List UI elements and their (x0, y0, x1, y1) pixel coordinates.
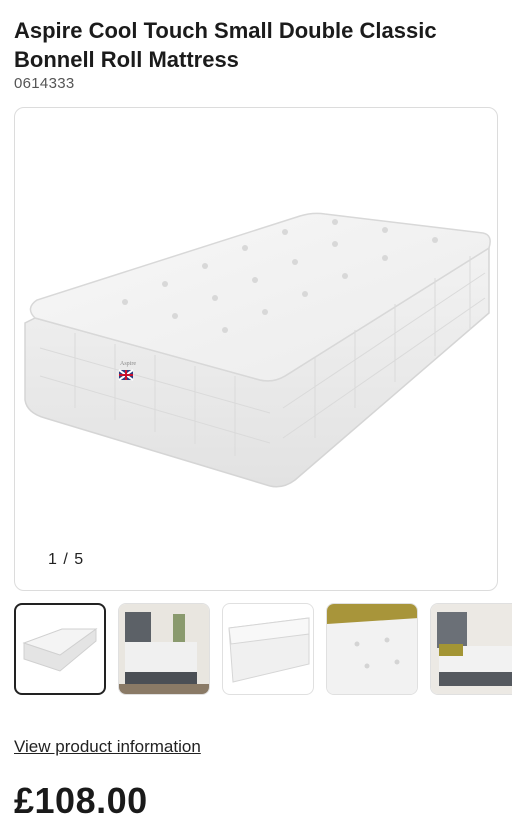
image-counter: 1 / 5 (48, 551, 85, 568)
view-product-information-link[interactable]: View product information (14, 737, 201, 757)
bedroom-side-thumb-icon (431, 604, 512, 694)
mattress-surface-thumb-icon (327, 604, 417, 694)
product-title: Aspire Cool Touch Small Double Classic B… (14, 18, 437, 72)
thumbnail-strip (14, 603, 512, 697)
thumbnail-5[interactable] (430, 603, 512, 695)
svg-text:Aspire: Aspire (120, 361, 136, 367)
thumbnail-4[interactable] (326, 603, 418, 695)
thumbnail-2[interactable] (118, 603, 210, 695)
mattress-image: Aspire (24, 212, 491, 488)
mattress-thumb-icon (22, 628, 98, 672)
product-price: £108.00 (14, 780, 148, 821)
product-sku: 0614333 (14, 75, 75, 92)
thumbnail-1[interactable] (14, 603, 106, 695)
thumbnail-3[interactable] (222, 603, 314, 695)
mattress-corner-thumb-icon (228, 617, 310, 683)
bedroom-thumb-icon (119, 604, 209, 694)
main-product-image[interactable]: Aspire 1 / 5 (14, 107, 498, 591)
